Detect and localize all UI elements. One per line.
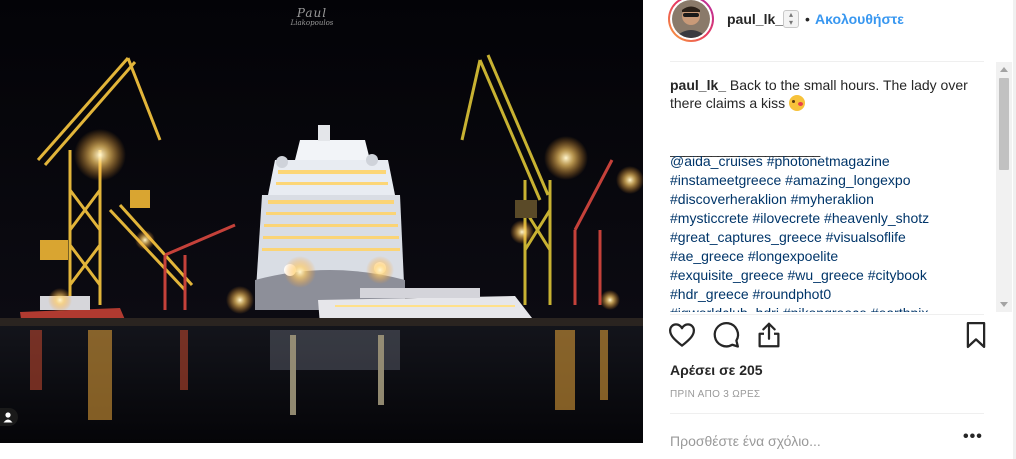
share-icon (758, 322, 780, 348)
share-button[interactable] (754, 320, 786, 356)
post-photo[interactable]: Paul Liakopoulos (0, 0, 643, 443)
comment-input[interactable] (670, 431, 940, 451)
hashtag-line[interactable]: @aida_cruises #photonetmagazine (670, 152, 970, 171)
hashtag-line[interactable]: #hdr_greece #roundphot0 (670, 285, 970, 304)
watermark-name: Paul (296, 6, 328, 20)
save-button[interactable] (961, 320, 993, 356)
follow-button[interactable]: Ακολουθήστε (815, 11, 904, 27)
user-silhouette-icon (3, 412, 13, 423)
hashtag-list: @aida_cruises #photonetmagazine #instame… (670, 152, 970, 312)
avatar-image (668, 0, 714, 42)
like-button[interactable] (667, 320, 699, 356)
hashtag-line[interactable]: #ae_greece #longexpoelite (670, 247, 970, 266)
likes-count[interactable]: Αρέσει σε 205 (670, 362, 763, 378)
more-options-button[interactable]: ••• (963, 429, 985, 446)
hashtag-line[interactable]: #instameetgreece #amazing_longexpo (670, 171, 970, 190)
page-background-strip (0, 443, 643, 459)
scrollbar-thumb[interactable] (999, 78, 1009, 170)
caption-username[interactable]: paul_lk_ (670, 77, 726, 93)
hashtag-line[interactable]: #great_captures_greece #visualsoflife (670, 228, 970, 247)
watermark-surname: Liakopoulos (290, 19, 334, 27)
caption: paul_lk_ Back to the small hours. The la… (670, 76, 970, 112)
comments-area[interactable]: paul_lk_ Back to the small hours. The la… (670, 62, 996, 312)
hashtag-line[interactable]: #discoverheraklion #myheraklion (670, 190, 970, 209)
user-tag-icon[interactable] (0, 408, 18, 426)
hashtag-line[interactable]: #igworldclub_hdri #nikongreece #earthpix (670, 304, 970, 312)
header-username[interactable]: paul_lk_ (727, 11, 783, 27)
ellipsis-icon: ••• (963, 428, 983, 445)
hashtag-line[interactable]: #exquisite_greece #wu_greece #citybook (670, 266, 970, 285)
comment-box-divider (670, 413, 984, 414)
comment-button[interactable] (711, 320, 743, 356)
heart-icon (669, 323, 695, 347)
photo-watermark: Paul Liakopoulos (272, 6, 352, 27)
kissing-face-emoji-icon (789, 95, 806, 111)
hashtag-line[interactable]: #mysticcrete #ilovecrete #heavenly_shotz (670, 209, 970, 228)
harbor-night-photo (0, 0, 643, 443)
comment-bubble-icon (713, 322, 740, 348)
action-bar (643, 320, 1016, 360)
post-header: paul_lk_ ▴ ▾ • Ακολουθήστε (643, 0, 1016, 60)
post-timestamp[interactable]: ΠΡΙΝ ΑΠΟ 3 ΩΡΕΣ (670, 389, 760, 400)
actions-divider (670, 314, 984, 315)
chevron-updown-icon[interactable]: ▴ ▾ (783, 10, 799, 28)
header-separator: • (805, 11, 810, 27)
scroll-down-arrow-icon[interactable] (1000, 302, 1008, 307)
bookmark-icon (966, 322, 986, 348)
scroll-up-arrow-icon[interactable] (1000, 67, 1008, 72)
comments-scrollbar[interactable] (996, 62, 1012, 312)
avatar[interactable] (666, 0, 716, 42)
post-side-panel: paul_lk_ ▴ ▾ • Ακολουθήστε paul_lk_ Back … (643, 0, 1016, 459)
